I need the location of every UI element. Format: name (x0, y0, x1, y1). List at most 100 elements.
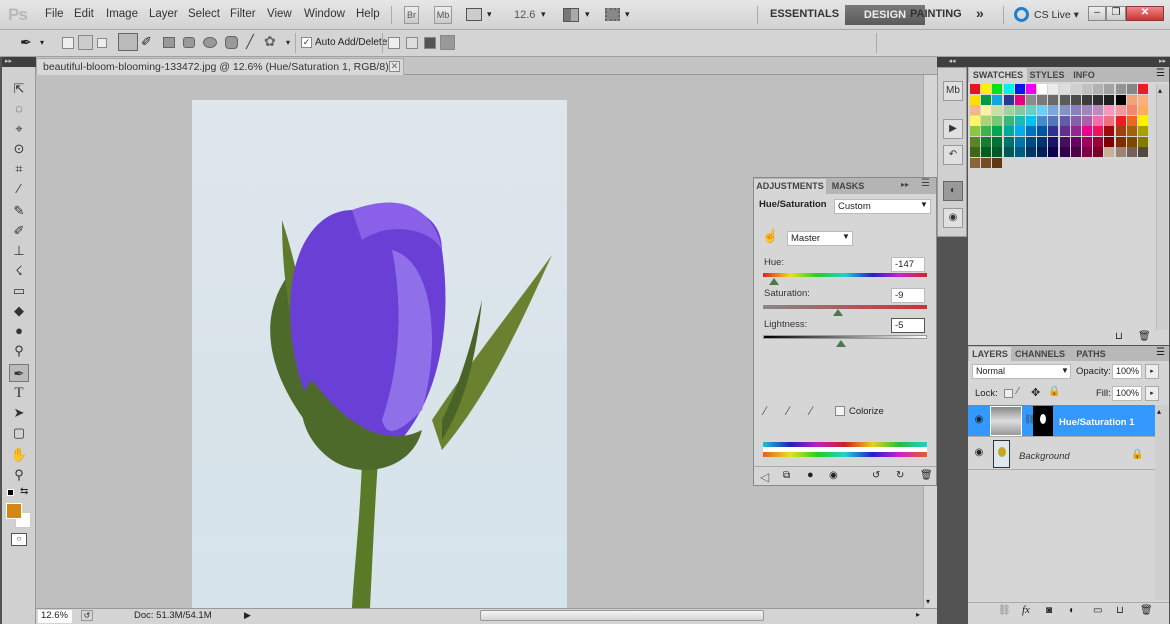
color-swatch[interactable] (1059, 147, 1070, 157)
delete-adjustment-icon[interactable]: 🗑 (920, 470, 933, 481)
color-swatch[interactable] (1104, 94, 1115, 105)
lock-transparency-icon[interactable] (1004, 389, 1013, 398)
panel-collapse-icon[interactable]: ▸▸ (901, 180, 909, 189)
crop-tool-icon[interactable]: ⌗ (9, 160, 29, 178)
swap-colors-icon[interactable]: ⇆ (20, 486, 28, 497)
color-swatch[interactable] (1126, 147, 1137, 157)
healing-brush-icon[interactable]: ✎ (9, 202, 29, 220)
tab-info[interactable]: INFO (1068, 68, 1100, 83)
menu-edit[interactable]: Edit (74, 8, 94, 20)
color-swatch[interactable] (1026, 94, 1036, 105)
color-swatch[interactable] (981, 147, 992, 157)
color-swatch[interactable] (1014, 105, 1025, 115)
intersect-shape-icon[interactable] (424, 37, 436, 49)
color-swatch[interactable] (1138, 126, 1148, 136)
color-swatch[interactable] (1126, 136, 1137, 147)
add-mask-icon[interactable]: ◙ (1046, 605, 1052, 616)
color-swatch[interactable] (1104, 115, 1115, 126)
workspace-painting[interactable]: PAINTING (910, 8, 962, 20)
horizontal-scrollbar-thumb[interactable] (480, 610, 764, 621)
eyedropper-icon[interactable]: ⁄ (764, 404, 766, 418)
lightness-slider-thumb[interactable] (836, 340, 846, 347)
bridge-button[interactable]: Br (404, 6, 419, 24)
color-swatch[interactable] (1037, 115, 1048, 126)
color-swatch[interactable] (1037, 126, 1048, 136)
visibility-eye-icon[interactable]: ◉ (972, 414, 986, 428)
color-swatch[interactable] (1026, 105, 1036, 115)
brush-tool-icon[interactable]: ✐ (9, 222, 29, 240)
color-swatch[interactable] (981, 126, 992, 136)
eyedropper-minus-icon[interactable]: ⁄ (810, 404, 812, 418)
color-swatch[interactable] (1104, 126, 1115, 136)
blend-mode-arrow[interactable]: ▼ (1061, 366, 1069, 375)
expand-view-icon[interactable]: ⧉ (783, 470, 790, 481)
color-swatch[interactable] (1104, 147, 1115, 157)
menu-help[interactable]: Help (356, 8, 380, 20)
document-tab[interactable]: beautiful-bloom-blooming-133472.jpg @ 12… (36, 58, 404, 75)
swatches-scrollbar[interactable] (1156, 84, 1168, 330)
color-swatch[interactable] (1138, 94, 1148, 105)
reset-icon[interactable]: ↻ (896, 470, 904, 481)
tab-layers[interactable]: LAYERS (969, 347, 1011, 362)
color-swatch[interactable] (970, 136, 980, 147)
color-swatch[interactable] (981, 136, 992, 147)
lightness-value-field[interactable]: -5 (891, 318, 925, 333)
menu-filter[interactable]: Filter (230, 8, 256, 20)
color-swatch[interactable] (1070, 126, 1081, 136)
color-swatch[interactable] (1093, 105, 1104, 115)
quick-mask-icon[interactable]: ○ (11, 533, 27, 546)
color-swatch[interactable] (1082, 84, 1092, 94)
layers-scroll-up[interactable]: ▴ (1157, 407, 1161, 416)
color-swatch[interactable] (1115, 147, 1126, 157)
color-swatch[interactable] (1059, 115, 1070, 126)
color-swatch[interactable] (1014, 94, 1025, 105)
lock-pixels-icon[interactable]: ⁄ (1017, 386, 1019, 397)
color-swatch[interactable] (1138, 136, 1148, 147)
color-swatch[interactable] (1082, 94, 1092, 105)
color-swatch[interactable] (1093, 94, 1104, 105)
shape-dropdown-icon[interactable]: ▾ (286, 38, 290, 47)
rounded-rectangle-icon[interactable] (183, 37, 195, 48)
color-swatch[interactable] (1059, 105, 1070, 115)
color-swatch[interactable] (1014, 147, 1025, 157)
color-swatch[interactable] (1003, 115, 1014, 126)
color-swatch[interactable] (970, 147, 980, 157)
exclude-shape-icon[interactable] (440, 35, 455, 50)
blur-tool-icon[interactable]: ● (9, 322, 29, 340)
color-swatch[interactable] (1082, 136, 1092, 147)
marquee-tool-icon[interactable]: ◌ (9, 100, 29, 118)
color-swatch[interactable] (970, 105, 980, 115)
color-swatch[interactable] (1014, 126, 1025, 136)
color-swatch[interactable] (981, 115, 992, 126)
color-swatch[interactable] (1026, 84, 1036, 94)
tab-channels[interactable]: CHANNELS (1012, 347, 1068, 362)
color-swatch[interactable] (1138, 105, 1148, 115)
fx-icon[interactable]: fx (1022, 604, 1030, 616)
color-swatch[interactable] (1059, 126, 1070, 136)
color-swatch[interactable] (992, 126, 1003, 136)
color-swatch[interactable] (1048, 136, 1059, 147)
new-adjustment-layer-icon[interactable]: ◐ (1069, 605, 1075, 616)
menu-file[interactable]: File (45, 8, 64, 20)
color-swatch[interactable] (1037, 105, 1048, 115)
color-swatch[interactable] (1059, 84, 1070, 94)
color-swatch[interactable] (1026, 115, 1036, 126)
delete-layer-icon[interactable]: 🗑 (1140, 605, 1153, 616)
mini-bridge-button[interactable]: Mb (434, 6, 452, 24)
more-workspaces-icon[interactable]: » (976, 5, 984, 21)
opacity-field[interactable]: 100% (1112, 364, 1142, 379)
color-swatch[interactable] (1048, 94, 1059, 105)
screen-mode-icon[interactable] (605, 8, 620, 21)
color-swatch[interactable] (1014, 84, 1025, 94)
auto-add-delete-checkbox[interactable]: ✓ (301, 37, 312, 48)
hue-value-field[interactable]: -147 (891, 257, 925, 272)
preset-dropdown-arrow[interactable]: ▼ (920, 200, 928, 209)
document-image[interactable] (192, 100, 567, 608)
clip-to-layer-icon[interactable]: ● (807, 469, 814, 481)
color-swatch[interactable] (1014, 136, 1025, 147)
color-swatch[interactable] (992, 147, 1003, 157)
color-swatch[interactable] (992, 84, 1003, 94)
line-tool-icon[interactable]: ╱ (246, 34, 254, 50)
fill-pixels-icon[interactable] (97, 38, 107, 48)
new-swatch-icon[interactable]: ⊔ (1115, 331, 1123, 342)
